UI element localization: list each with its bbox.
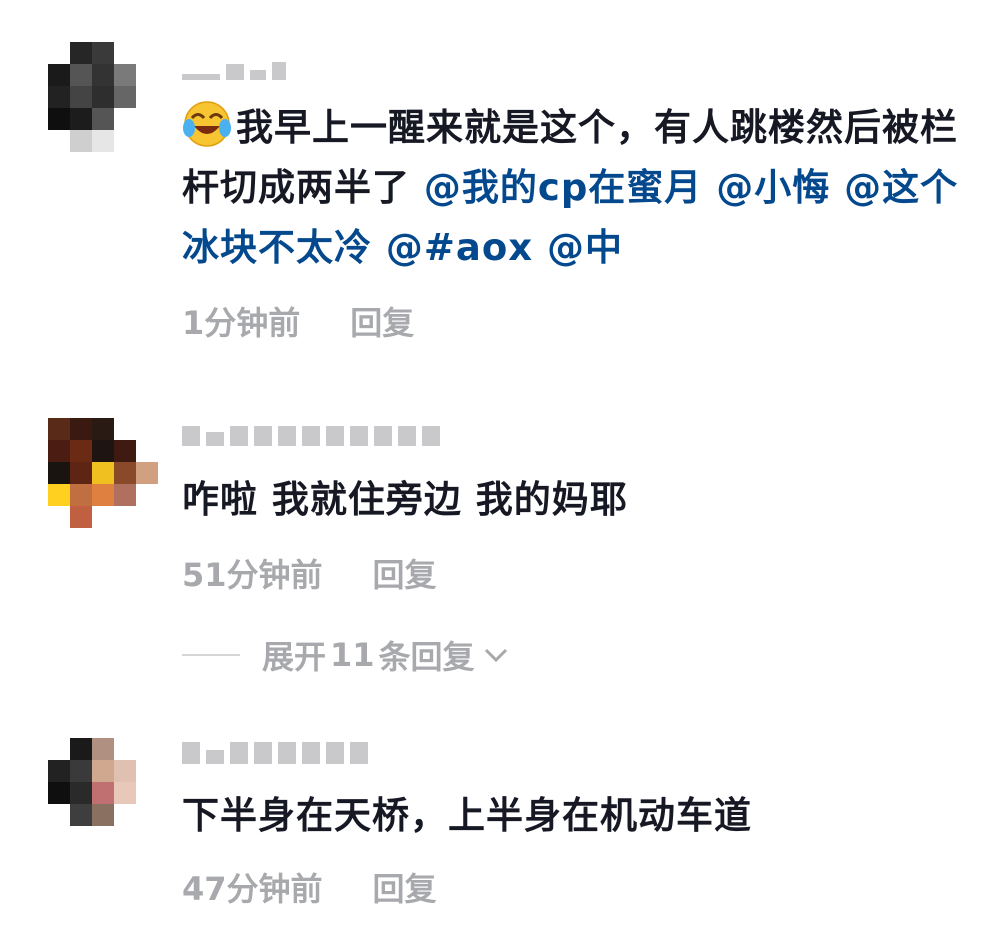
avatar-pixel: [114, 826, 136, 848]
avatar-pixel: [136, 760, 158, 782]
avatar-pixel: [136, 826, 158, 848]
avatar-pixel: [92, 760, 114, 782]
timestamp: 47分钟前: [182, 870, 323, 908]
comment-body: 下半身在天桥，上半身在机动车道: [182, 794, 752, 837]
comment-item-3: 下半身在天桥，上半身在机动车道 47分钟前 回复: [0, 0, 1001, 944]
avatar-pixel: [136, 782, 158, 804]
avatar-pixel: [70, 782, 92, 804]
avatar-pixel: [48, 826, 70, 848]
avatar-pixel: [70, 760, 92, 782]
avatar-pixel: [136, 738, 158, 760]
avatar-pixel: [48, 760, 70, 782]
avatar-pixel: [48, 782, 70, 804]
comment-meta: 47分钟前 回复: [182, 864, 437, 910]
avatar-pixel: [114, 782, 136, 804]
avatar-pixel: [70, 826, 92, 848]
avatar-pixel: [70, 738, 92, 760]
comment-text: 下半身在天桥，上半身在机动车道: [182, 786, 972, 846]
avatar-pixel: [92, 804, 114, 826]
avatar-pixel: [48, 738, 70, 760]
avatar-pixel: [136, 804, 158, 826]
reply-button[interactable]: 回复: [373, 864, 437, 910]
avatar-pixel: [48, 804, 70, 826]
avatar-pixel: [114, 738, 136, 760]
avatar-pixel: [92, 826, 114, 848]
avatar-pixel: [114, 760, 136, 782]
avatar-pixel: [92, 782, 114, 804]
username-blurred[interactable]: [182, 738, 368, 764]
avatar-pixel: [114, 804, 136, 826]
avatar-pixel: [92, 738, 114, 760]
avatar-pixel: [70, 804, 92, 826]
avatar[interactable]: [48, 738, 158, 848]
